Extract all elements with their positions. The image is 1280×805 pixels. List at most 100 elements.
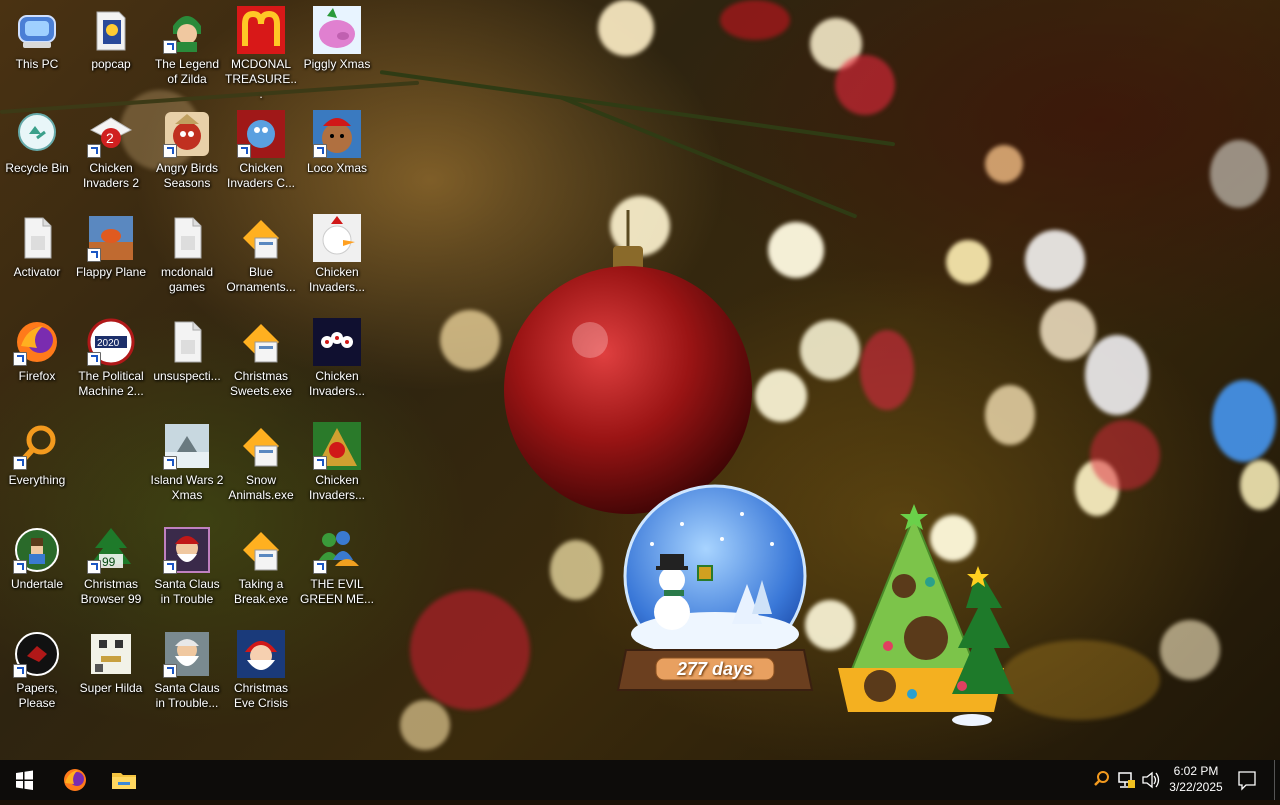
shortcut-arrow-icon (163, 664, 177, 678)
santa-claus-icon (163, 526, 211, 574)
shortcut-arrow-icon (237, 144, 251, 158)
icon-label: Undertale (10, 577, 64, 591)
chicken-invaders-icon (313, 422, 361, 470)
desktop-icon-mcdonal-treasure[interactable]: MCDONAL TREASURE... (224, 6, 298, 102)
desktop-icon-undertale[interactable]: Undertale (0, 526, 74, 592)
notification-icon (1238, 771, 1256, 791)
tray-everything-button[interactable] (1092, 760, 1112, 800)
desktop-icon-flappy-plane[interactable]: Flappy Plane (74, 214, 148, 280)
shortcut-arrow-icon (13, 456, 27, 470)
desktop-icon-recycle-bin[interactable]: Recycle Bin (0, 110, 74, 176)
desktop-icon-piggly-xmas[interactable]: Piggly Xmas (300, 6, 374, 72)
desktop-icon-unsuspecti[interactable]: unsuspecti... (150, 318, 224, 384)
desktop-icon-evil-green-messenger[interactable]: THE EVIL GREEN ME... (300, 526, 374, 607)
chicken-invaders-icon (313, 214, 361, 262)
clock-time: 6:02 PM (1173, 764, 1219, 778)
installer-icon (237, 318, 285, 366)
desktop-icon-chicken-invaders-c2[interactable]: Chicken Invaders... (300, 422, 374, 503)
desktop-icon-chicken-invaders-2[interactable]: 2 Chicken Invaders 2 (74, 110, 148, 191)
teddy-bear-icon (313, 110, 361, 158)
svg-text:99: 99 (102, 555, 116, 569)
tray-clock[interactable]: 6:02 PM 3/22/2025 (1164, 760, 1228, 800)
taskbar: 6:02 PM 3/22/2025 (0, 760, 1280, 800)
icon-label: Santa Claus in Trouble... (154, 681, 220, 710)
desktop-icon-popcap[interactable]: popcap (74, 6, 148, 72)
icon-label: Christmas Browser 99 (80, 577, 142, 606)
speaker-volume-icon (1142, 771, 1160, 789)
popcap-icon (87, 6, 135, 54)
desktop-icon-christmas-sweets[interactable]: Christmas Sweets.exe (224, 318, 298, 399)
search-magnifier-icon (1094, 771, 1109, 786)
island-wars-icon (163, 422, 211, 470)
desktop-icon-christmas-eve-crisis[interactable]: Christmas Eve Crisis (224, 630, 298, 711)
desktop-icon-santa-claus-in-trouble[interactable]: Santa Claus in Trouble (150, 526, 224, 607)
installer-icon (237, 422, 285, 470)
political-machine-icon: 2020 (87, 318, 135, 366)
file-icon (163, 318, 211, 366)
icon-label: Papers, Please (16, 681, 58, 710)
icon-label: popcap (91, 57, 131, 71)
desktop-icon-snow-animals[interactable]: Snow Animals.exe (224, 422, 298, 503)
mcdonalds-icon (237, 6, 285, 54)
desktop-icon-taking-a-break[interactable]: Taking a Break.exe (224, 526, 298, 607)
desktop-icon-activator[interactable]: Activator (0, 214, 74, 280)
chicken-invaders-icon (237, 110, 285, 158)
action-center-button[interactable] (1230, 760, 1264, 800)
desktop-icon-everything[interactable]: Everything (0, 422, 74, 488)
icon-label: The Political Machine 2... (78, 369, 144, 398)
desktop-icon-chicken-invaders-c[interactable]: Chicken Invaders C... (224, 110, 298, 191)
icon-label: Activator (13, 265, 61, 279)
flappy-plane-icon (87, 214, 135, 262)
search-magnifier-icon (13, 422, 61, 470)
shortcut-arrow-icon (87, 144, 101, 158)
messenger-icon (313, 526, 361, 574)
angry-birds-icon (163, 110, 211, 158)
file-explorer-taskbar-icon (112, 773, 136, 789)
shortcut-arrow-icon (87, 560, 101, 574)
snowglobe-days-counter: 277 days (676, 659, 754, 679)
icon-label: THE EVIL GREEN ME... (300, 577, 375, 606)
desktop-icon-blue-ornaments[interactable]: Blue Ornaments... (224, 214, 298, 295)
start-button[interactable] (0, 760, 48, 800)
tray-volume-button[interactable] (1140, 760, 1162, 800)
show-desktop-button[interactable] (1274, 760, 1280, 800)
desktop-icon-this-pc[interactable]: This PC (0, 6, 74, 72)
desktop-icon-christmas-browser[interactable]: 99 Christmas Browser 99 (74, 526, 148, 607)
chicken-invaders-2-icon: 2 (87, 110, 135, 158)
shortcut-arrow-icon (13, 560, 27, 574)
desktop-icon-legend-of-zilda[interactable]: The Legend of Zilda (150, 6, 224, 87)
desktop-icon-santa-claus-in-trouble-2[interactable]: Santa Claus in Trouble... (150, 630, 224, 711)
icon-label: Loco Xmas (306, 161, 368, 175)
tray-network-button[interactable] (1114, 760, 1138, 800)
installer-icon (237, 214, 285, 262)
zelda-icon (163, 6, 211, 54)
desktop-icon-mcdonald-games[interactable]: mcdonald games (150, 214, 224, 295)
desktop-icon-firefox[interactable]: Firefox (0, 318, 74, 384)
icon-label: Recycle Bin (5, 161, 69, 175)
desktop-icon-loco-xmas[interactable]: Loco Xmas (300, 110, 374, 176)
icon-label: Christmas Sweets.exe (229, 369, 293, 398)
icon-label: mcdonald games (160, 265, 214, 294)
icon-label: MCDONAL TREASURE... (224, 57, 297, 101)
shortcut-arrow-icon (163, 40, 177, 54)
desktop-icon-political-machine[interactable]: 2020 The Political Machine 2... (74, 318, 148, 399)
taskbar-firefox-button[interactable] (50, 760, 100, 800)
taskbar-file-explorer-button[interactable] (100, 760, 148, 800)
desktop-icon-angry-birds[interactable]: Angry Birds Seasons (150, 110, 224, 191)
icon-label: Piggly Xmas (303, 57, 371, 71)
shortcut-arrow-icon (87, 352, 101, 366)
desktop-icon-chicken-invaders-b[interactable]: Chicken Invaders... (300, 318, 374, 399)
clock-date: 3/22/2025 (1169, 780, 1223, 794)
desktop-icon-super-hilda[interactable]: Super Hilda (74, 630, 148, 696)
icon-label: Chicken Invaders... (308, 473, 366, 502)
desktop-icon-island-wars[interactable]: Island Wars 2 Xmas (150, 422, 224, 503)
desktop-icon-chicken-invaders-a[interactable]: Chicken Invaders... (300, 214, 374, 295)
shortcut-arrow-icon (13, 664, 27, 678)
snowglobe-countdown-widget[interactable]: 277 days (612, 484, 822, 704)
shortcut-arrow-icon (13, 352, 27, 366)
desktop-icon-papers-please[interactable]: Papers, Please (0, 630, 74, 711)
svg-text:2: 2 (106, 130, 114, 146)
shortcut-arrow-icon (163, 144, 177, 158)
christmas-tree-widget[interactable] (832, 498, 1022, 728)
icon-label: Christmas Eve Crisis (233, 681, 288, 710)
